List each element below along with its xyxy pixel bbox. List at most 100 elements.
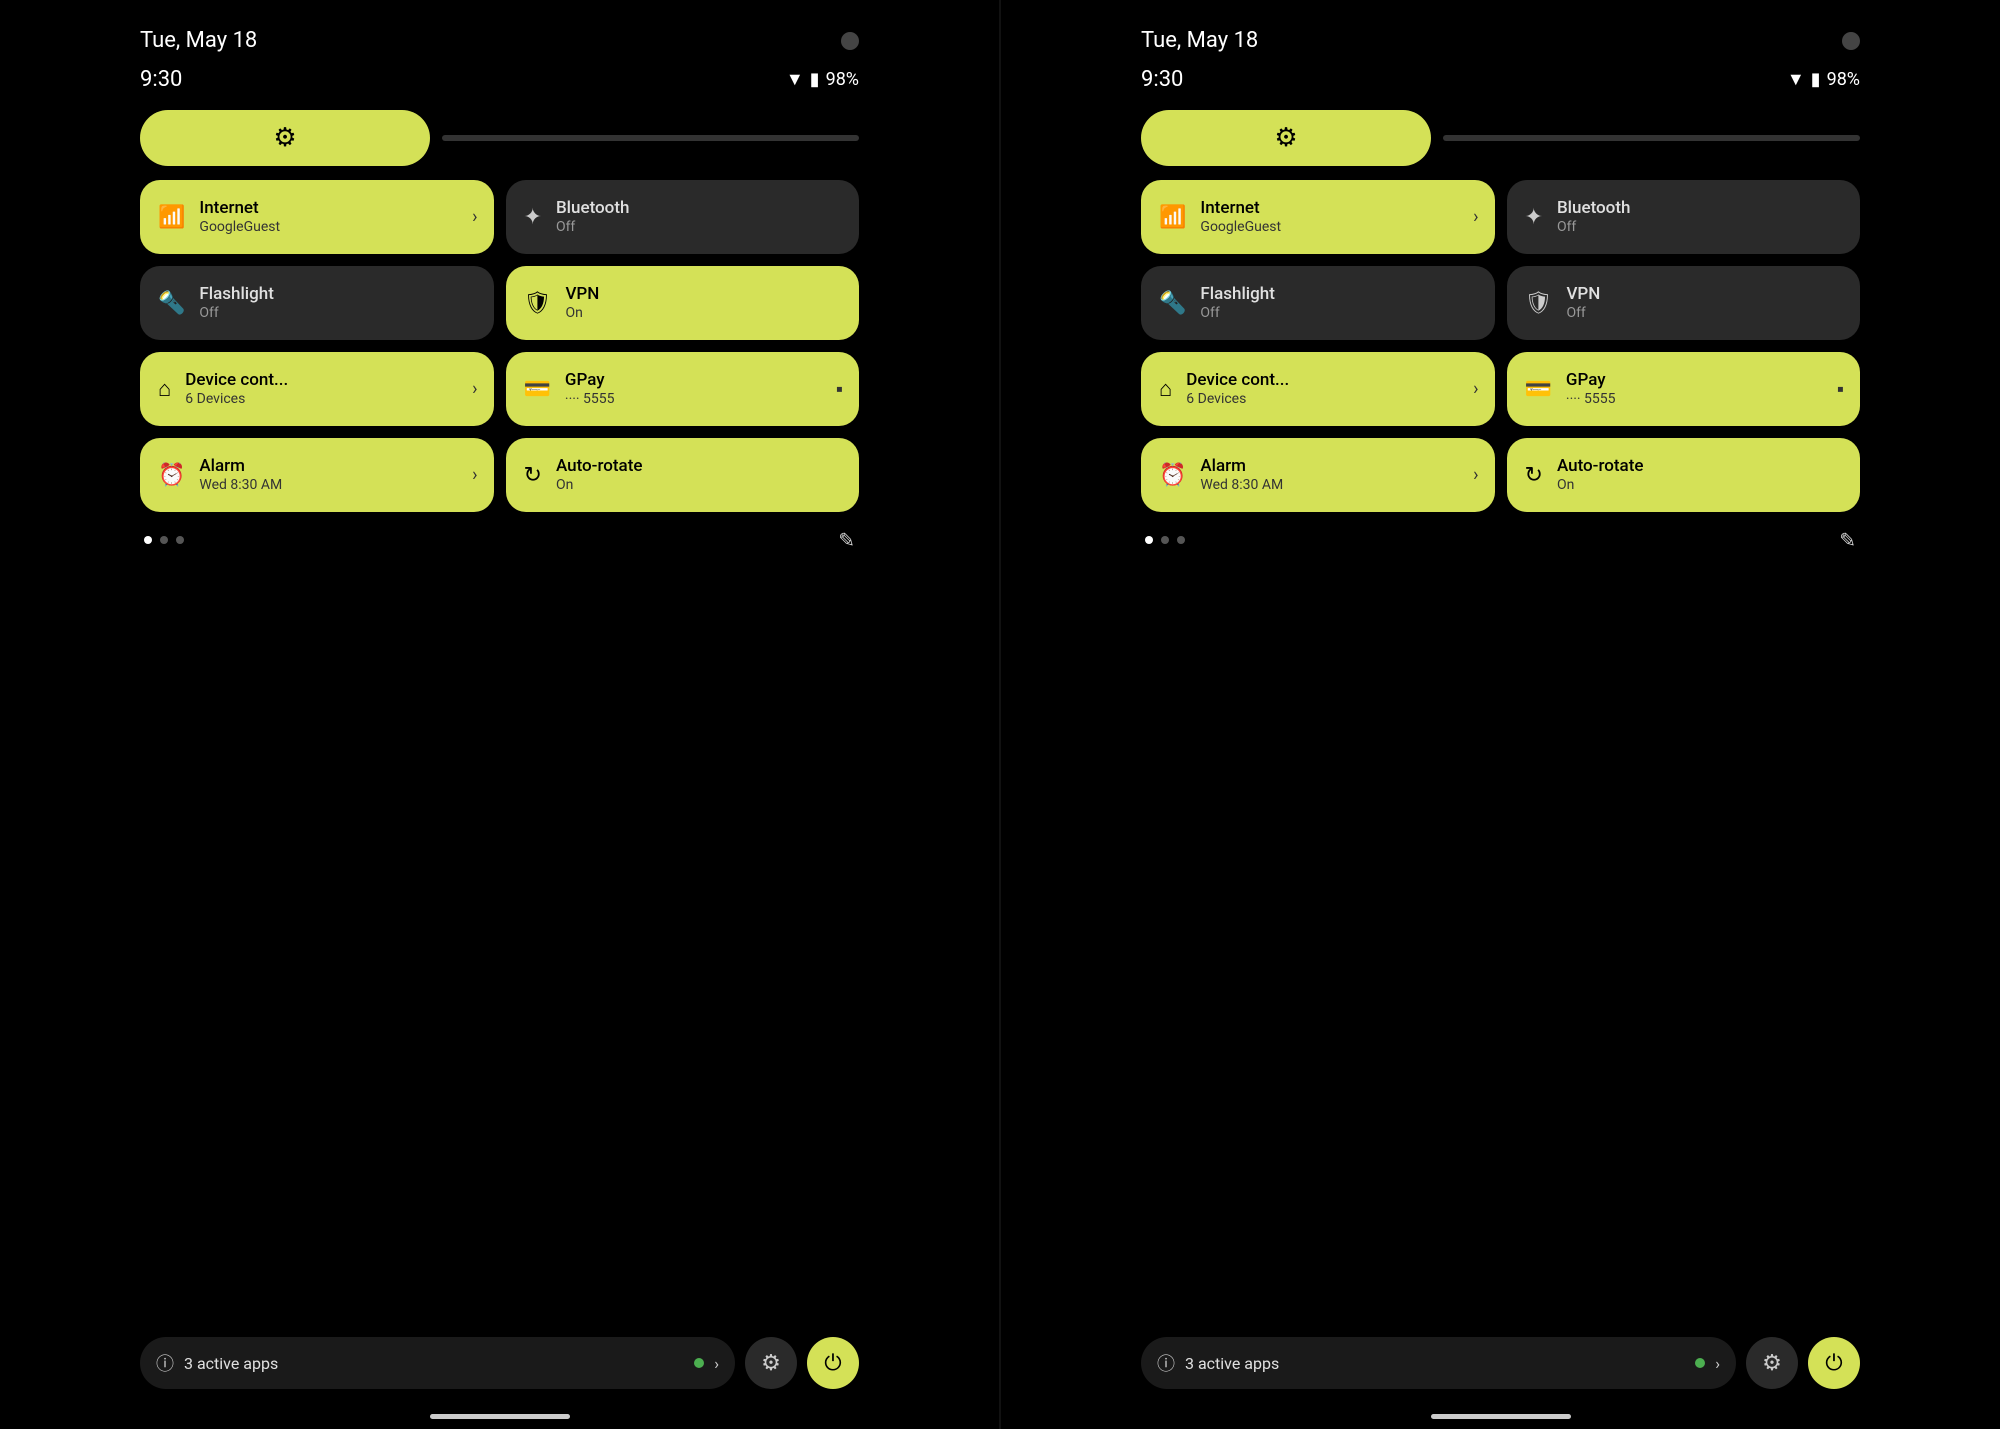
brightness-track-right[interactable]	[1443, 135, 1860, 141]
tile-label-autorotate-left: Auto-rotate	[556, 456, 643, 476]
tile-label-gpay-left: GPay	[565, 370, 615, 390]
tile-label-alarm-left: Alarm	[199, 456, 282, 476]
date-left: Tue, May 18	[140, 28, 257, 53]
tile-alarm-left[interactable]: ⏰ Alarm Wed 8:30 AM ›	[140, 438, 494, 512]
brightness-gear-icon-right: ⚙	[1274, 123, 1297, 153]
dot-2-left	[160, 536, 168, 544]
tile-text-vpn-left: VPN On	[565, 284, 599, 323]
tile-label-gpay-right: GPay	[1566, 370, 1616, 390]
wifi-icon-right: ▼	[1787, 69, 1805, 90]
settings-icon-right: ⚙	[1762, 1351, 1782, 1376]
tile-sub-device-left: 6 Devices	[185, 390, 288, 408]
edit-icon-right[interactable]: ✎	[1839, 528, 1856, 552]
battery-pct-left: 98%	[826, 69, 859, 90]
tile-text-device-right: Device cont... 6 Devices	[1186, 370, 1289, 409]
device-tile-icon-left: ⌂	[158, 376, 171, 402]
active-apps-pill-right[interactable]: ⓘ 3 active apps ›	[1141, 1337, 1736, 1389]
dot-1-left	[144, 536, 152, 544]
tile-label-flashlight-right: Flashlight	[1200, 284, 1274, 304]
tile-label-alarm-right: Alarm	[1200, 456, 1283, 476]
tile-device-control-right[interactable]: ⌂ Device cont... 6 Devices ›	[1141, 352, 1495, 426]
active-apps-text-left: 3 active apps	[184, 1354, 684, 1373]
edit-icon-left[interactable]: ✎	[838, 528, 855, 552]
tile-sub-device-right: 6 Devices	[1186, 390, 1289, 408]
tile-text-flashlight-right: Flashlight Off	[1200, 284, 1274, 323]
power-btn-left[interactable]: ⏻	[807, 1337, 859, 1389]
info-icon-right: ⓘ	[1157, 1350, 1175, 1376]
right-panel: Tue, May 18 9:30 ▼ ▮ 98% ⚙ 📶 Interne	[1001, 0, 2000, 1429]
tile-flashlight-left[interactable]: 🔦 Flashlight Off	[140, 266, 494, 340]
tile-text-gpay-right: GPay ···· 5555	[1566, 370, 1616, 409]
brightness-pill-right[interactable]: ⚙	[1141, 110, 1431, 166]
pagination-dots-right	[1145, 536, 1185, 544]
left-panel: Tue, May 18 9:30 ▼ ▮ 98% ⚙ 📶 Interne	[0, 0, 999, 1429]
autorotate-tile-icon-left: ↻	[524, 463, 542, 488]
time-left: 9:30	[140, 67, 182, 92]
tile-text-autorotate-right: Auto-rotate On	[1557, 456, 1644, 495]
tile-vpn-right[interactable]: 🛡 VPN Off	[1507, 266, 1861, 340]
device-tile-icon-right: ⌂	[1159, 376, 1172, 402]
tile-sub-internet-left: GoogleGuest	[199, 218, 280, 236]
pill-chevron-right: ›	[1715, 1354, 1720, 1373]
tile-device-control-left[interactable]: ⌂ Device cont... 6 Devices ›	[140, 352, 494, 426]
green-dot-left	[694, 1358, 704, 1368]
tile-text-device-left: Device cont... 6 Devices	[185, 370, 288, 409]
tile-label-bluetooth-left: Bluetooth	[556, 198, 630, 218]
power-icon-left: ⏻	[824, 1351, 841, 1376]
power-btn-right[interactable]: ⏻	[1808, 1337, 1860, 1389]
pagination-dots-left	[144, 536, 184, 544]
status-icons-right: ▼ ▮ 98%	[1787, 69, 1860, 90]
tile-sub-autorotate-right: On	[1557, 476, 1644, 494]
brightness-pill-left[interactable]: ⚙	[140, 110, 430, 166]
tile-label-internet-right: Internet	[1200, 198, 1281, 218]
tile-internet-left[interactable]: 📶 Internet GoogleGuest ›	[140, 180, 494, 254]
tile-text-internet-left: Internet GoogleGuest	[199, 198, 280, 237]
battery-icon-left: ▮	[810, 69, 820, 90]
tile-text-alarm-left: Alarm Wed 8:30 AM	[199, 456, 282, 495]
tile-sub-bluetooth-left: Off	[556, 218, 630, 236]
dot-1-right	[1145, 536, 1153, 544]
home-indicator-left	[430, 1414, 570, 1419]
status-bar-left: Tue, May 18	[140, 0, 859, 63]
bottom-bar-right: ⓘ 3 active apps › ⚙ ⏻	[1141, 1337, 1860, 1389]
time-right: 9:30	[1141, 67, 1183, 92]
tile-sub-alarm-right: Wed 8:30 AM	[1200, 476, 1283, 494]
tile-label-internet-left: Internet	[199, 198, 280, 218]
tile-label-autorotate-right: Auto-rotate	[1557, 456, 1644, 476]
gpay-tile-icon-left: 💳	[524, 377, 551, 402]
camera-dot-left	[841, 32, 859, 50]
settings-btn-right[interactable]: ⚙	[1746, 1337, 1798, 1389]
brightness-track-left[interactable]	[442, 135, 859, 141]
tile-bluetooth-left[interactable]: ✦ Bluetooth Off	[506, 180, 860, 254]
tile-chevron-internet-right: ›	[1473, 207, 1478, 228]
tile-text-internet-right: Internet GoogleGuest	[1200, 198, 1281, 237]
camera-dot-right	[1842, 32, 1860, 50]
tile-gpay-left[interactable]: 💳 GPay ···· 5555 ▪	[506, 352, 860, 426]
wifi-tile-icon-right: 📶	[1159, 205, 1186, 230]
tile-card-gpay-right: ▪	[1837, 377, 1844, 402]
brightness-gear-icon-left: ⚙	[273, 123, 296, 153]
tile-autorotate-right[interactable]: ↻ Auto-rotate On	[1507, 438, 1861, 512]
dot-2-right	[1161, 536, 1169, 544]
tile-gpay-right[interactable]: 💳 GPay ···· 5555 ▪	[1507, 352, 1861, 426]
brightness-row-left: ⚙	[140, 110, 859, 166]
tile-text-autorotate-left: Auto-rotate On	[556, 456, 643, 495]
vpn-tile-icon-left: 🛡	[524, 291, 552, 316]
tile-sub-vpn-left: On	[565, 304, 599, 322]
settings-btn-left[interactable]: ⚙	[745, 1337, 797, 1389]
flashlight-tile-icon-right: 🔦	[1159, 291, 1186, 316]
power-icon-right: ⏻	[1825, 1351, 1842, 1376]
alarm-tile-icon-left: ⏰	[158, 463, 185, 488]
tile-bluetooth-right[interactable]: ✦ Bluetooth Off	[1507, 180, 1861, 254]
tile-vpn-left[interactable]: 🛡 VPN On	[506, 266, 860, 340]
tile-text-flashlight-left: Flashlight Off	[199, 284, 273, 323]
tile-autorotate-left[interactable]: ↻ Auto-rotate On	[506, 438, 860, 512]
bluetooth-tile-icon-right: ✦	[1525, 205, 1543, 230]
tile-internet-right[interactable]: 📶 Internet GoogleGuest ›	[1141, 180, 1495, 254]
tile-flashlight-right[interactable]: 🔦 Flashlight Off	[1141, 266, 1495, 340]
vpn-tile-icon-right: 🛡	[1525, 291, 1553, 316]
active-apps-pill-left[interactable]: ⓘ 3 active apps ›	[140, 1337, 735, 1389]
status-icons-left: ▼ ▮ 98%	[786, 69, 859, 90]
tile-label-bluetooth-right: Bluetooth	[1557, 198, 1631, 218]
tile-alarm-right[interactable]: ⏰ Alarm Wed 8:30 AM ›	[1141, 438, 1495, 512]
